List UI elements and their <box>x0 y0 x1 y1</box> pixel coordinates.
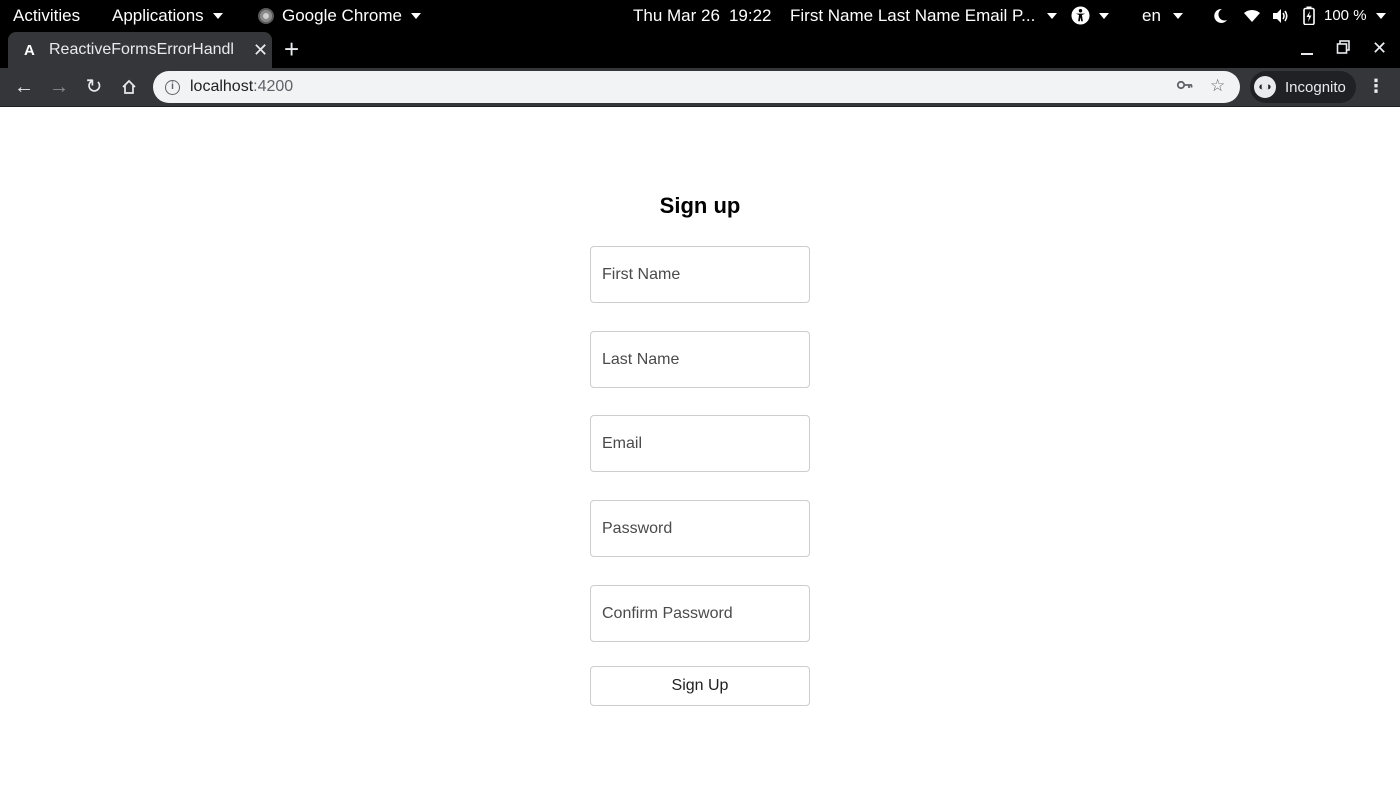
accessibility-menu[interactable] <box>1071 0 1109 31</box>
accessibility-icon <box>1071 6 1090 25</box>
chevron-down-icon <box>1172 12 1183 19</box>
reload-icon[interactable]: ↻ <box>81 74 107 100</box>
battery-indicator[interactable]: 100 % <box>1303 0 1386 31</box>
window-title-label: First Name Last Name Email P... <box>790 5 1036 25</box>
chrome-logo-icon <box>258 7 274 24</box>
key-icon[interactable] <box>1176 76 1194 99</box>
app-menu[interactable]: Google Chrome <box>258 0 422 31</box>
close-window-icon[interactable]: ✕ <box>1372 38 1387 59</box>
moon-icon <box>1214 8 1227 23</box>
incognito-badge[interactable]: ◐◑ Incognito <box>1250 71 1356 103</box>
home-icon[interactable] <box>116 74 142 100</box>
page-title: Sign up <box>659 193 741 218</box>
volume-icon <box>1273 8 1288 23</box>
restore-icon[interactable] <box>1336 38 1352 63</box>
battery-percentage: 100 % <box>1324 7 1367 24</box>
chevron-down-icon <box>1099 12 1109 19</box>
chevron-down-icon <box>411 12 422 19</box>
close-tab-icon[interactable]: ✕ <box>253 40 268 61</box>
url-host: localhost <box>190 78 254 95</box>
tab-strip: A ReactiveFormsErrorHandl ✕ + ✕ <box>0 31 1400 68</box>
applications-menu[interactable]: Applications <box>112 0 223 31</box>
incognito-icon: ◐◑ <box>1254 76 1276 98</box>
url-port: :4200 <box>253 78 294 95</box>
angular-favicon-icon: A <box>24 41 35 59</box>
app-menu-label: Google Chrome <box>282 5 403 25</box>
password-input[interactable] <box>590 500 810 557</box>
minimize-icon[interactable] <box>1300 38 1314 63</box>
window-title-menu[interactable]: First Name Last Name Email P... <box>790 0 1058 31</box>
forward-icon[interactable]: → <box>46 74 72 100</box>
night-light-indicator[interactable] <box>1212 0 1228 31</box>
battery-icon <box>1303 6 1315 25</box>
new-tab-icon[interactable]: + <box>284 36 299 62</box>
chevron-down-icon <box>1375 12 1386 19</box>
first-name-input[interactable] <box>590 246 810 303</box>
address-bar[interactable]: i localhost :4200 ☆ <box>153 71 1240 103</box>
back-icon[interactable]: ← <box>11 74 37 100</box>
tab-title: ReactiveFormsErrorHandl <box>49 41 234 58</box>
volume-indicator[interactable] <box>1272 0 1290 31</box>
confirm-password-input[interactable] <box>590 585 810 642</box>
sign-up-button[interactable]: Sign Up <box>590 666 810 706</box>
last-name-input[interactable] <box>590 331 810 388</box>
applications-label: Applications <box>112 5 204 25</box>
system-top-bar: Activities Applications Google Chrome Th… <box>0 0 1400 31</box>
browser-toolbar: ← → ↻ i localhost :4200 ☆ ◐◑ Incognito ⋮ <box>0 68 1400 107</box>
activities-button[interactable]: Activities <box>13 0 80 31</box>
network-indicator[interactable] <box>1243 0 1261 31</box>
chevron-down-icon <box>1047 12 1058 19</box>
wifi-icon <box>1244 9 1260 22</box>
chevron-down-icon <box>212 12 223 19</box>
language-label: en <box>1142 5 1161 25</box>
star-icon[interactable]: ☆ <box>1210 76 1225 96</box>
site-info-icon[interactable]: i <box>165 79 180 95</box>
language-menu[interactable]: en <box>1142 0 1183 31</box>
more-menu-icon[interactable]: ⋮ <box>1367 76 1385 97</box>
browser-tab[interactable]: A ReactiveFormsErrorHandl ✕ <box>8 32 272 68</box>
clock[interactable]: Thu Mar 26 19:22 <box>633 0 771 31</box>
clock-date: Thu Mar 26 <box>633 5 720 25</box>
clock-time: 19:22 <box>728 5 772 25</box>
email-input[interactable] <box>590 415 810 472</box>
incognito-label: Incognito <box>1285 78 1346 96</box>
